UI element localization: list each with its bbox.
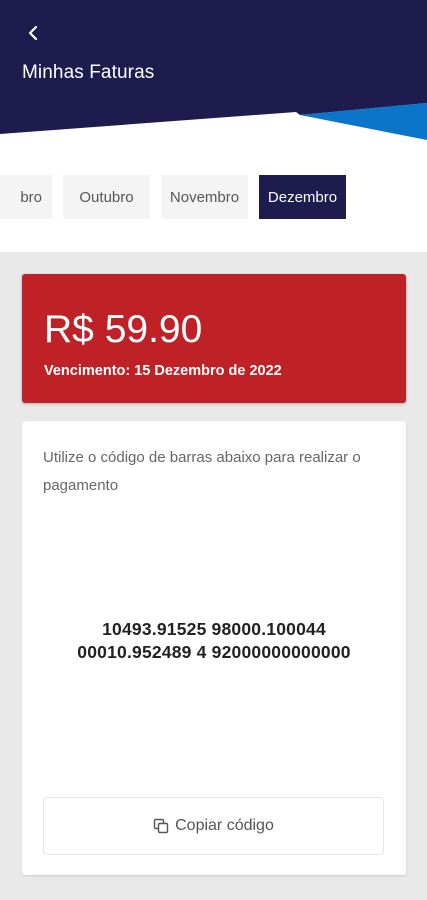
- chevron-left-icon: [28, 25, 38, 41]
- payment-instruction: Utilize o código de barras abaixo para r…: [43, 449, 361, 494]
- barcode-card: Utilize o código de barras abaixo para r…: [22, 421, 406, 875]
- month-selector: bro Outubro Novembro Dezembro: [0, 140, 427, 252]
- tab-dezembro[interactable]: Dezembro: [259, 175, 346, 219]
- tab-outubro[interactable]: Outubro: [63, 175, 150, 219]
- tab-novembro[interactable]: Novembro: [161, 175, 248, 219]
- invoice-amount-card: R$ 59.90 Vencimento: 15 Dezembro de 2022: [22, 274, 406, 403]
- barcode-number: 10493.91525 98000.100044 00010.952489 4 …: [22, 618, 406, 664]
- tab-setembro[interactable]: bro: [0, 175, 52, 219]
- invoice-due-date: Vencimento: 15 Dezembro de 2022: [44, 363, 282, 379]
- invoice-amount: R$ 59.90: [44, 308, 203, 351]
- app-header: Minhas Faturas: [0, 0, 427, 140]
- barcode-line-2: 00010.952489 4 92000000000000: [77, 642, 351, 662]
- barcode-line-1: 10493.91525 98000.100044: [102, 619, 326, 639]
- copy-code-label: Copiar código: [175, 817, 274, 834]
- back-button[interactable]: [18, 18, 48, 48]
- copy-code-button[interactable]: Copiar código: [43, 797, 384, 855]
- page-title: Minhas Faturas: [22, 62, 155, 83]
- copy-icon: [153, 818, 169, 834]
